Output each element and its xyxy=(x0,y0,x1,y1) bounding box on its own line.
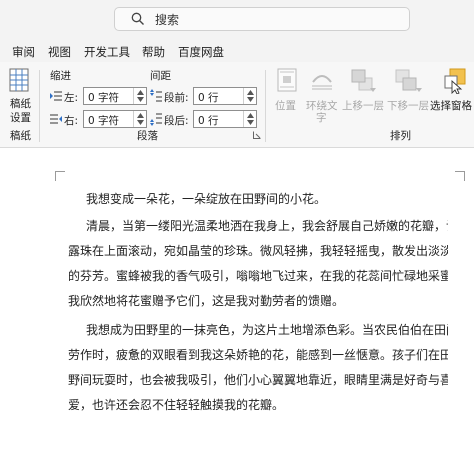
text-line: 我想变成一朵花，一朵绽放在田野间的小花。 xyxy=(86,192,327,206)
paragraph-2: 清晨，当第一缕阳光温柔地洒在我身上，我会舒展自己娇嫩的花瓣，让 露珠在上面滚动，… xyxy=(68,214,448,314)
search-label: 搜索 xyxy=(155,12,180,27)
margin-corner-mark xyxy=(455,171,465,181)
indent-title: 缩进 xyxy=(50,70,71,82)
menu-baidu-netdisk[interactable]: 百度网盘 xyxy=(178,44,224,60)
chevron-down-icon xyxy=(137,120,144,125)
chevron-up-icon xyxy=(137,90,144,95)
spacing-after-icon xyxy=(150,113,162,126)
wrap-text-button[interactable]: 环绕文 字 xyxy=(304,66,340,124)
ribbon: 稿纸 设置 稿纸 缩进 间距 左: 0 字符 右: 0 字符 段前: 0 行 段… xyxy=(0,62,474,148)
bring-forward-label: 上移一层 xyxy=(342,100,384,112)
indent-right-label: 右: xyxy=(64,115,79,127)
text-line: 清晨，当第一缕阳光温柔地洒在我身上，我会舒展自己娇嫩的花瓣，让 xyxy=(86,219,448,233)
chevron-down-icon xyxy=(247,120,254,125)
indent-right-input[interactable]: 0 字符 xyxy=(83,110,147,128)
chevron-up-icon xyxy=(247,90,254,95)
manuscript-label-2: 设置 xyxy=(10,112,31,124)
paragraph-3: 我想成为田野里的一抹亮色，为这片土地增添色彩。当农民伯伯在田间 劳作时，疲惫的双… xyxy=(68,318,448,418)
indent-left-icon xyxy=(50,91,62,101)
chevron-down-icon xyxy=(137,97,144,102)
spacing-before-label: 段前: xyxy=(164,92,189,104)
selection-pane-icon xyxy=(444,68,466,94)
text-line: 爱，也许还会忍不住轻轻触摸我的花瓣。 xyxy=(68,398,285,412)
indent-right-icon xyxy=(50,114,62,124)
indent-right-value: 0 字符 xyxy=(88,115,120,127)
text-line: 露珠在上面滚动，宛如晶莹的珍珠。微风轻拂，我轻轻摇曳，散发出淡淡 xyxy=(68,244,448,258)
text-line: 我想成为田野里的一抹亮色，为这片土地增添色彩。当农民伯伯在田间 xyxy=(86,323,448,337)
search-icon xyxy=(131,12,144,25)
group-divider xyxy=(265,70,266,142)
chevron-up-icon xyxy=(137,113,144,118)
text-line: 我欣然地将花蜜赠予它们，这是我对勤劳者的馈赠。 xyxy=(68,294,345,308)
chevron-down-icon xyxy=(416,88,422,92)
title-bar: 搜索 xyxy=(0,0,474,40)
spacing-after-stepper[interactable] xyxy=(243,111,256,127)
manuscript-group-label: 稿纸 xyxy=(10,130,31,142)
spacing-after-input[interactable]: 0 行 xyxy=(193,110,257,128)
indent-left-stepper[interactable] xyxy=(133,88,146,104)
manuscript-label-1: 稿纸 xyxy=(10,98,31,110)
indent-right-stepper[interactable] xyxy=(133,111,146,127)
paragraph-group-label: 段落 xyxy=(137,130,158,142)
manuscript-paper-icon xyxy=(9,68,29,92)
menu-review[interactable]: 审阅 xyxy=(12,44,35,60)
menu-developer[interactable]: 开发工具 xyxy=(84,44,130,60)
group-divider xyxy=(39,70,40,142)
spacing-after-value: 0 行 xyxy=(198,115,219,127)
chevron-down-icon xyxy=(370,88,376,92)
manuscript-setup-button[interactable]: 稿纸 设置 xyxy=(4,66,34,124)
spacing-after-label: 段后: xyxy=(164,115,189,127)
paragraph-dialog-launcher-icon[interactable] xyxy=(253,131,261,139)
text-line: 野间玩耍时，也会被我吸引，他们小心翼翼地靠近，眼睛里满是好奇与喜 xyxy=(68,373,448,387)
send-backward-button[interactable]: 下移一层 xyxy=(386,66,430,112)
bring-forward-button[interactable]: 上移一层 xyxy=(342,66,384,112)
search-box[interactable]: 搜索 xyxy=(114,7,410,31)
chevron-down-icon xyxy=(247,97,254,102)
spacing-before-value: 0 行 xyxy=(198,92,219,104)
spacing-before-stepper[interactable] xyxy=(243,88,256,104)
spacing-before-icon xyxy=(150,89,162,102)
selection-pane-button[interactable]: 选择窗格 xyxy=(430,66,474,112)
position-icon xyxy=(277,68,297,92)
menu-view[interactable]: 视图 xyxy=(48,44,71,60)
wrap-text-label-2: 字 xyxy=(316,112,327,124)
position-button[interactable]: 位置 xyxy=(274,66,300,112)
spacing-title: 间距 xyxy=(150,70,171,82)
selection-pane-label: 选择窗格 xyxy=(430,100,472,112)
menu-bar: 审阅 视图 开发工具 帮助 百度网盘 xyxy=(0,40,474,62)
text-line: 劳作时，疲惫的双眼看到我这朵娇艳的花，能感到一丝惬意。孩子们在田 xyxy=(68,348,448,362)
position-label: 位置 xyxy=(275,100,296,112)
send-backward-label: 下移一层 xyxy=(387,100,429,112)
wrap-text-icon xyxy=(312,75,332,90)
indent-left-input[interactable]: 0 字符 xyxy=(83,87,147,105)
indent-left-value: 0 字符 xyxy=(88,92,120,104)
menu-help[interactable]: 帮助 xyxy=(142,44,165,60)
chevron-up-icon xyxy=(247,113,254,118)
paragraph-1: 我想变成一朵花，一朵绽放在田野间的小花。 xyxy=(68,187,448,212)
margin-corner-mark xyxy=(55,171,65,181)
send-backward-icon xyxy=(395,69,417,91)
text-line: 的芬芳。蜜蜂被我的香气吸引，嗡嗡地飞过来，在我的花蕊间忙碌地采蜜， xyxy=(68,269,448,283)
arrange-group-label: 排列 xyxy=(390,130,411,142)
indent-left-label: 左: xyxy=(64,92,79,104)
spacing-before-input[interactable]: 0 行 xyxy=(193,87,257,105)
document-page[interactable]: 我想变成一朵花，一朵绽放在田野间的小花。 清晨，当第一缕阳光温柔地洒在我身上，我… xyxy=(0,149,474,450)
